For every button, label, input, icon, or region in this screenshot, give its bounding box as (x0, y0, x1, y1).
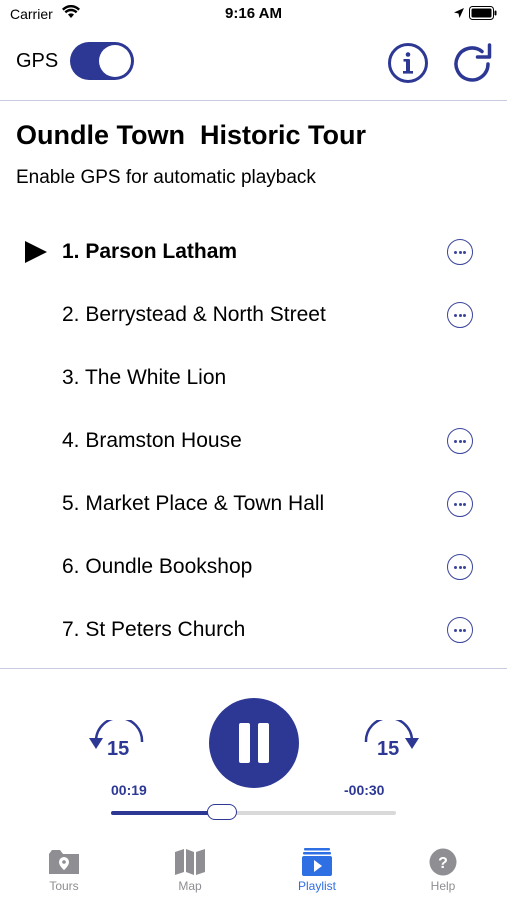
list-item[interactable]: 3. The White Lion (0, 346, 507, 409)
gps-toggle-knob (99, 45, 131, 77)
location-arrow-icon (453, 6, 465, 24)
list-item[interactable]: 2. Berrystead & North Street (0, 283, 507, 346)
list-item[interactable]: 1. Parson Latham (0, 220, 507, 283)
tab-tours-label: Tours (49, 879, 79, 893)
refresh-button[interactable] (451, 42, 495, 84)
list-item-label: 2. Berrystead & North Street (62, 303, 326, 326)
more-options-button[interactable] (447, 302, 473, 328)
tours-icon (49, 850, 79, 874)
skip-back-button[interactable]: 15 (86, 720, 148, 768)
list-item-label: 3. The White Lion (62, 366, 227, 389)
time-elapsed: 00:19 (111, 782, 147, 798)
tab-help[interactable]: ? Help (403, 848, 483, 900)
progress-thumb[interactable] (207, 804, 238, 820)
refresh-icon (454, 43, 492, 82)
more-options-button[interactable] (447, 554, 473, 580)
list-item-label: 5. Market Place & Town Hall (62, 492, 325, 515)
progress-fill (111, 811, 223, 815)
header-divider (0, 100, 507, 101)
playlist-icon (302, 848, 332, 876)
player-divider (0, 668, 507, 669)
list-item[interactable]: 4. Bramston House (0, 409, 507, 472)
map-icon (175, 849, 205, 875)
battery-icon (469, 6, 497, 25)
pause-icon (239, 723, 250, 763)
help-icon: ? (429, 848, 457, 876)
more-options-button[interactable] (447, 239, 473, 265)
tab-playlist-label: Playlist (297, 879, 336, 893)
time-remaining: -00:30 (344, 782, 385, 798)
skip-forward-button[interactable]: 15 (360, 720, 422, 768)
list-item-label: 1. Parson Latham (62, 240, 238, 263)
tab-playlist[interactable]: Playlist (277, 848, 357, 900)
progress-slider[interactable] (111, 804, 396, 820)
tab-map-label: Map (178, 879, 202, 893)
list-item[interactable]: 7. St Peters Church (0, 598, 507, 661)
list-item-label: 4. Bramston House (62, 429, 242, 452)
page-title: Oundle Town Historic Tour (16, 120, 366, 150)
playlist: 1. Parson Latham 2. Berrystead & North S… (0, 220, 507, 661)
play-marker-icon (25, 241, 47, 263)
list-item[interactable]: 6. Oundle Bookshop (0, 535, 507, 598)
tab-tours[interactable]: Tours (24, 848, 104, 900)
pause-button[interactable] (209, 698, 299, 788)
svg-text:?: ? (438, 855, 448, 872)
list-item-label: 6. Oundle Bookshop (62, 555, 253, 578)
more-options-button[interactable] (447, 491, 473, 517)
tab-map[interactable]: Map (150, 848, 230, 900)
skip-forward-label: 15 (377, 738, 400, 760)
more-options-button[interactable] (447, 617, 473, 643)
gps-toggle[interactable] (70, 42, 134, 80)
gps-label: GPS (16, 50, 59, 72)
page-subtitle: Enable GPS for automatic playback (16, 167, 316, 188)
more-options-button[interactable] (447, 428, 473, 454)
status-bar: Carrier 9:16 AM (0, 0, 507, 28)
list-item-label: 7. St Peters Church (62, 618, 246, 641)
tab-help-label: Help (430, 879, 456, 893)
clock: 9:16 AM (225, 5, 282, 22)
list-item[interactable]: 5. Market Place & Town Hall (0, 472, 507, 535)
skip-back-label: 15 (107, 738, 130, 760)
info-circle-icon (388, 43, 428, 83)
info-button[interactable] (387, 42, 429, 84)
